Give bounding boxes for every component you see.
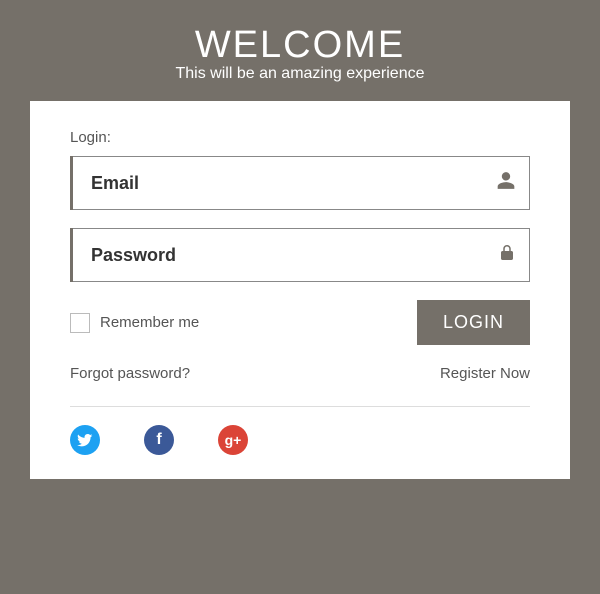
divider [70,406,530,407]
email-field-wrap [70,156,530,210]
login-label: Login: [70,129,530,146]
user-icon [496,171,516,196]
remember-me[interactable]: Remember me [70,313,199,333]
links-row: Forgot password? Register Now [70,365,530,382]
options-row: Remember me LOGIN [70,300,530,345]
twitter-icon[interactable] [70,425,100,455]
password-field[interactable] [70,228,530,282]
remember-label: Remember me [100,314,199,331]
welcome-subtitle: This will be an amazing experience [175,65,424,83]
input-accent [70,156,73,210]
facebook-icon[interactable]: f [144,425,174,455]
register-link[interactable]: Register Now [440,365,530,382]
social-row: f g+ [70,425,530,455]
login-card: Login: Remember me LOGIN Forgot password… [30,101,570,479]
remember-checkbox[interactable] [70,313,90,333]
lock-icon [498,243,516,268]
password-field-wrap [70,228,530,282]
welcome-title: WELCOME [175,24,424,67]
header: WELCOME This will be an amazing experien… [175,0,424,101]
forgot-password-link[interactable]: Forgot password? [70,365,190,382]
input-accent [70,228,73,282]
google-plus-icon[interactable]: g+ [218,425,248,455]
email-field[interactable] [70,156,530,210]
login-button[interactable]: LOGIN [417,300,530,345]
